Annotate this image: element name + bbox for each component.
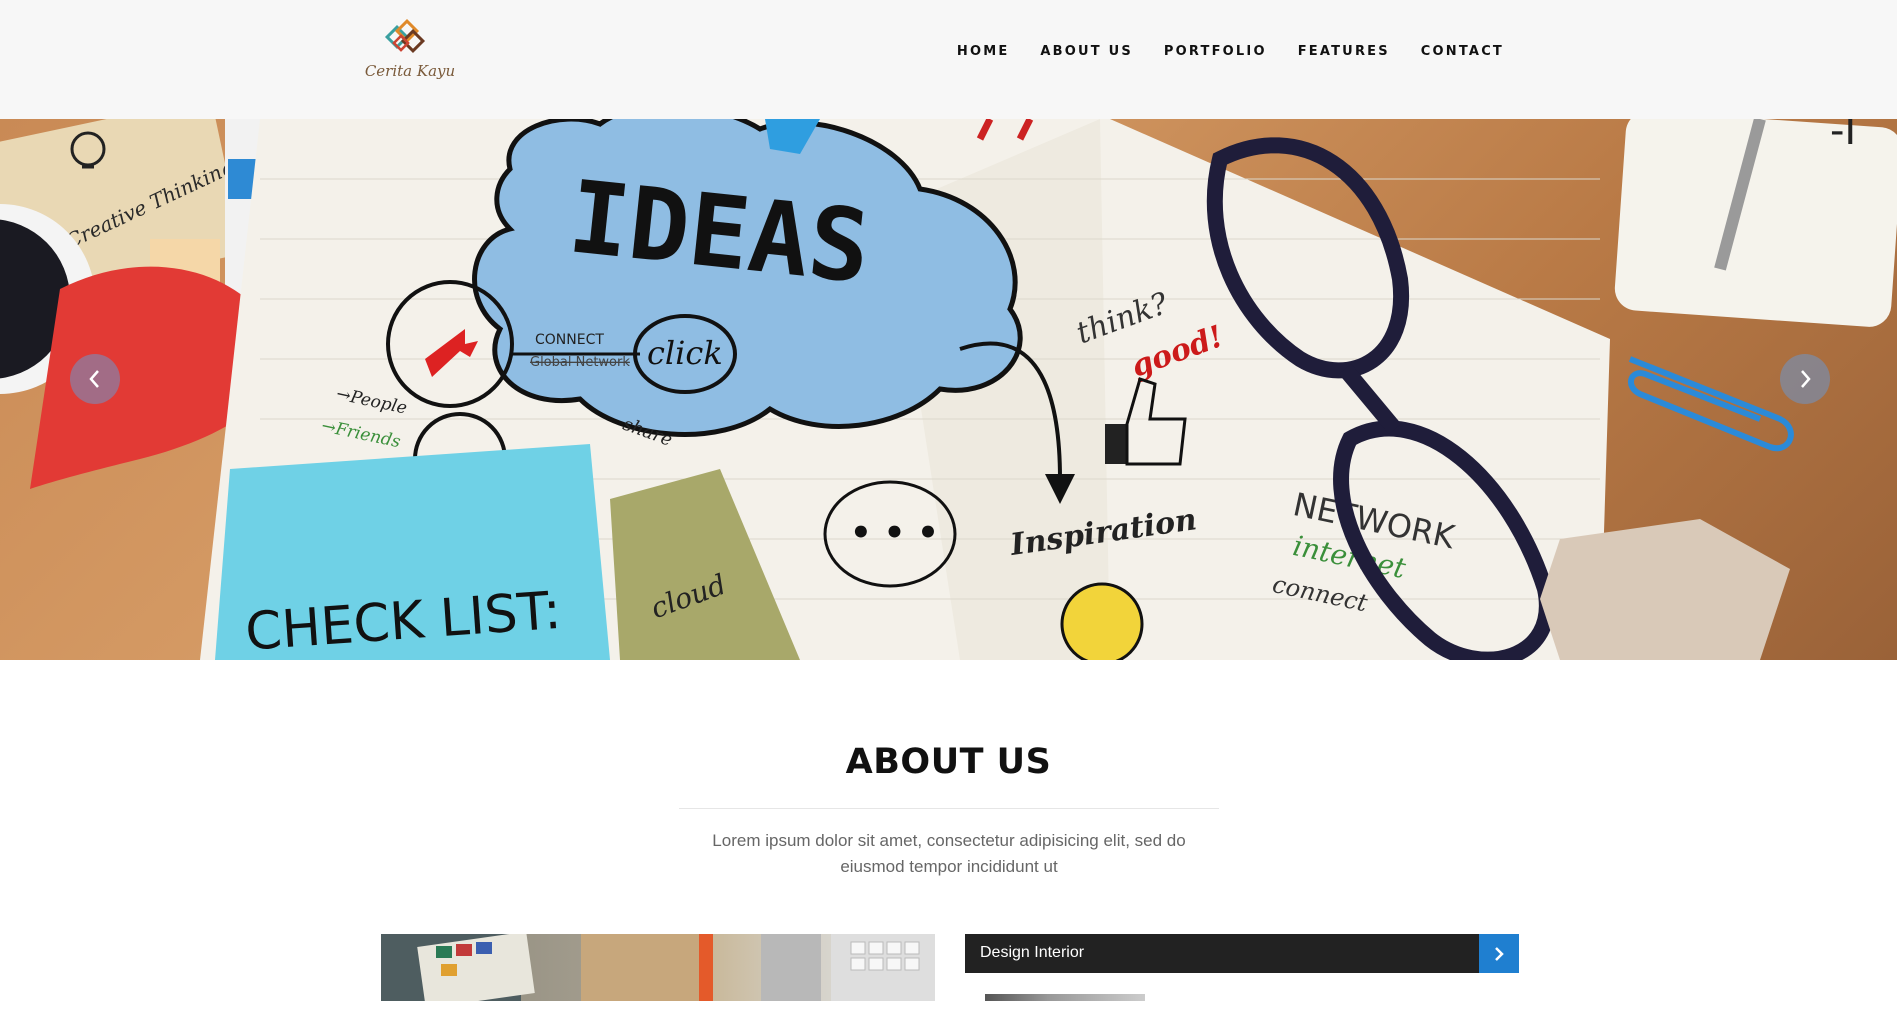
about-description: Lorem ipsum dolor sit amet, consectetur …	[712, 831, 1186, 876]
diamond-squares-logo-icon	[384, 18, 426, 54]
about-image	[381, 934, 935, 1001]
accordion-title: Design Interior	[980, 944, 1085, 961]
thumbs-up-icon	[1105, 424, 1127, 464]
paper-clip-icon	[1628, 356, 1794, 452]
chevron-right-icon	[1801, 370, 1811, 388]
about-section-title: ABOUT US	[845, 742, 1052, 782]
crumpled-paper	[1540, 519, 1790, 660]
hero-slide-image: Creative Thinking IDEAS CONNECT Global N…	[0, 119, 1897, 660]
accordion-toggle-button[interactable]	[1479, 934, 1519, 973]
nav-contact[interactable]: CONTACT	[1421, 44, 1504, 59]
accordion-thumbnail	[985, 994, 1145, 1001]
nav-features[interactable]: FEATURES	[1298, 44, 1390, 59]
main-nav: HOME ABOUT US PORTFOLIO FEATURES CONTACT	[926, 44, 1504, 59]
notepad-dash: -I	[1830, 119, 1856, 154]
desk-photo	[381, 934, 935, 1001]
click-label: click	[647, 334, 723, 372]
global-network-label: Global Network	[530, 355, 630, 370]
nav-portfolio[interactable]: PORTFOLIO	[1164, 44, 1267, 59]
ellipsis-mark: • • •	[850, 513, 939, 553]
brand-logo[interactable]: Cerita Kayu	[362, 14, 458, 90]
slider-next-button[interactable]	[1780, 354, 1830, 404]
brand-name: Cerita Kayu	[364, 62, 456, 80]
slider-prev-button[interactable]	[70, 354, 120, 404]
chevron-left-icon	[89, 370, 99, 388]
chevron-right-icon	[1495, 946, 1504, 961]
hero-slider: Creative Thinking IDEAS CONNECT Global N…	[0, 119, 1897, 660]
lightbulb-icon	[1060, 582, 1144, 660]
nav-about-us[interactable]: ABOUT US	[1040, 44, 1133, 59]
nav-home[interactable]: HOME	[957, 44, 1010, 59]
title-divider	[679, 808, 1219, 809]
connect-label: CONNECT	[535, 332, 604, 348]
site-header: Cerita Kayu HOME ABOUT US PORTFOLIO FEAT…	[0, 0, 1897, 119]
accordion-design-interior[interactable]: Design Interior	[965, 934, 1519, 973]
